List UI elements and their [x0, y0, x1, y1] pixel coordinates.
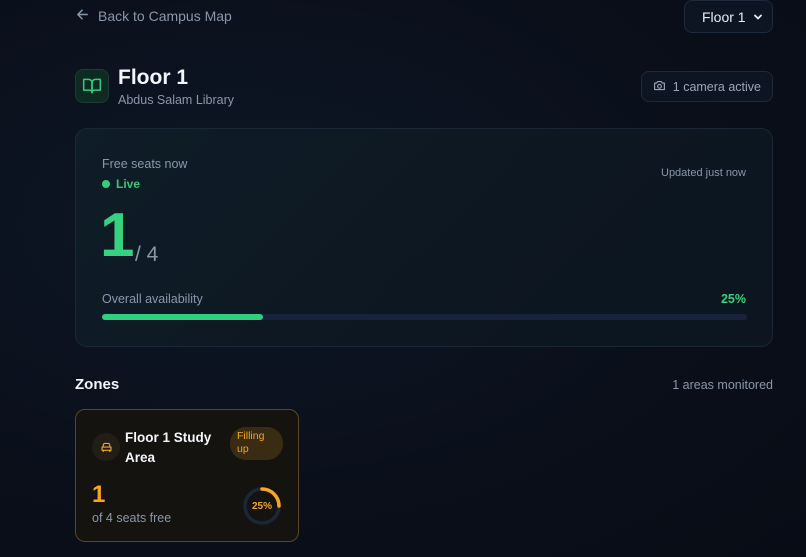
zones-heading: Zones: [75, 376, 120, 393]
availability-label: Overall availability: [102, 292, 203, 306]
updated-timestamp: Updated just now: [661, 167, 746, 179]
camera-status-label: 1 camera active: [672, 79, 761, 94]
live-label: Live: [116, 177, 141, 191]
arrow-left-icon: [75, 7, 90, 25]
total-seats: / 4: [135, 243, 159, 266]
live-dot: [102, 180, 110, 188]
free-seats-count: 1: [100, 201, 135, 270]
floor-header: Floor 1 Abdus Salam Library 1 camera act…: [75, 66, 773, 110]
floor-select[interactable]: Floor 1: [684, 0, 773, 33]
back-link-label: Back to Campus Map: [98, 8, 232, 24]
zone-free-count: 1: [92, 481, 106, 508]
camera-icon: [653, 79, 666, 95]
zone-card[interactable]: Floor 1 Study Area Filling up 1 of 4 sea…: [75, 409, 299, 542]
page-title: Floor 1: [118, 66, 189, 89]
book-open-icon: [75, 69, 109, 103]
availability-summary-card: Free seats now Live Updated just now 1 /…: [75, 128, 773, 347]
building-name: Abdus Salam Library: [118, 93, 235, 107]
availability-progress-fill: [102, 314, 264, 320]
free-seats-label: Free seats now: [102, 157, 188, 171]
chevron-down-icon: [753, 9, 763, 25]
availability-progress-bar: [102, 314, 747, 320]
zone-occupancy-percent: 25%: [251, 500, 272, 512]
zone-name: Floor 1 Study Area: [125, 430, 212, 465]
zone-status-badge: Filling up: [230, 427, 283, 460]
floor-select-value: Floor 1: [702, 8, 746, 25]
availability-percent: 25%: [720, 292, 746, 306]
top-bar: Back to Campus Map Floor 1: [75, 0, 773, 34]
live-indicator: Live: [102, 177, 140, 191]
zone-seats-label: of 4 seats free: [92, 511, 172, 525]
camera-status-badge: 1 camera active: [640, 71, 773, 102]
armchair-icon: [92, 433, 120, 461]
zones-count: 1 areas monitored: [672, 378, 773, 392]
back-to-campus-link[interactable]: Back to Campus Map: [75, 7, 232, 25]
